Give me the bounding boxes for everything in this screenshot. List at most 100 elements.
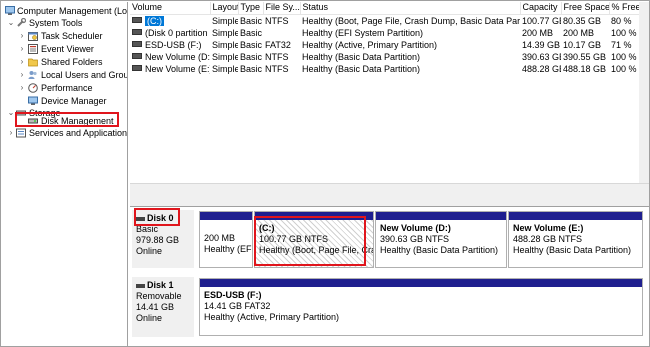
table-cell: 390.55 GB: [563, 51, 607, 62]
table-cell: 100.77 GB: [522, 15, 561, 26]
table-row[interactable]: (C:) Simple Basic NTFS Healthy (Boot, Pa…: [130, 14, 639, 27]
partition-bar: [200, 279, 642, 287]
table-cell: Basic: [240, 63, 263, 74]
collapsed-chevron-icon[interactable]: ›: [18, 30, 26, 42]
disk-type: Removable: [136, 291, 182, 301]
disk1-header[interactable]: Disk 1 Removable 14.41 GB Online: [132, 277, 194, 337]
column-header-capacity[interactable]: Capacity: [520, 2, 562, 15]
expanded-chevron-icon[interactable]: ⌄: [7, 17, 15, 29]
table-row[interactable]: ESD-USB (F:) Simple Basic FAT32 Healthy …: [130, 39, 639, 51]
disk-size: 14.41 GB: [136, 302, 175, 312]
highlight-disk0: [134, 208, 180, 226]
table-cell: Healthy (Boot, Page File, Crash Dump, Ba…: [302, 15, 520, 26]
partition-title: ESD-USB (F:): [204, 290, 262, 300]
collapsed-chevron-icon[interactable]: ›: [18, 82, 26, 94]
partition-size: 200 MB: [204, 233, 236, 243]
table-cell: 71 %: [611, 39, 632, 50]
computer-management-icon: [5, 6, 15, 16]
expanded-chevron-icon[interactable]: ⌄: [7, 107, 15, 119]
table-cell: 488.18 GB: [563, 63, 607, 74]
table-cell: 200 MB: [522, 27, 554, 38]
volume-table-header: Volume Layout Type File Sy... Status Cap…: [130, 2, 640, 15]
volume-icon: [132, 65, 142, 72]
partition-status: Healthy (Basic Data Partition): [513, 245, 632, 255]
volume-icon: [132, 17, 142, 24]
table-cell: NTFS: [265, 63, 289, 74]
collapsed-chevron-icon[interactable]: ›: [18, 43, 26, 55]
partition-status: Healthy (Basic Data Partition): [380, 245, 499, 255]
highlight-disk-management: [15, 112, 119, 127]
volume-name: New Volume (E:): [145, 63, 210, 74]
partition-title: New Volume (E:): [513, 223, 584, 233]
table-cell: Simple: [212, 39, 238, 50]
volume-icon: [132, 29, 142, 36]
column-header-percent-free[interactable]: % Free: [609, 2, 640, 15]
table-cell: NTFS: [265, 15, 289, 26]
partition-status: Healthy (Active, Primary Partition): [204, 312, 340, 322]
partition-title: New Volume (D:): [380, 223, 451, 233]
column-header-free-space[interactable]: Free Space: [561, 2, 610, 15]
table-cell: Healthy (Active, Primary Partition): [302, 39, 438, 50]
services-icon: [16, 128, 26, 138]
partition-bar: [376, 212, 506, 220]
table-cell: Simple: [212, 63, 238, 74]
column-header-volume[interactable]: Volume: [130, 2, 211, 15]
column-header-layout[interactable]: Layout: [210, 2, 239, 15]
table-cell: Simple: [212, 15, 238, 26]
table-row[interactable]: New Volume (D:) Simple Basic NTFS Health…: [130, 51, 639, 63]
table-cell: Basic: [240, 27, 263, 38]
column-header-type[interactable]: Type: [238, 2, 264, 15]
table-cell: Simple: [212, 51, 238, 62]
table-cell: 100 %: [611, 27, 637, 38]
volume-name: (Disk 0 partition 1): [145, 27, 210, 38]
partition-bar: [509, 212, 642, 220]
table-cell: 100 %: [611, 51, 637, 62]
partition-e[interactable]: New Volume (E:) 488.28 GB NTFS Healthy (…: [508, 211, 643, 268]
collapsed-chevron-icon[interactable]: ›: [7, 127, 15, 139]
disk-status: Online: [136, 246, 163, 256]
table-row[interactable]: (Disk 0 partition 1) Simple Basic Health…: [130, 27, 639, 39]
column-header-file-system[interactable]: File Sy...: [263, 2, 301, 15]
table-cell: FAT32: [265, 39, 291, 50]
volume-name: (C:): [145, 15, 164, 26]
table-row[interactable]: New Volume (E:) Simple Basic NTFS Health…: [130, 63, 639, 75]
volume-list: Volume Layout Type File Sy... Status Cap…: [130, 2, 649, 183]
collapsed-chevron-icon[interactable]: ›: [18, 56, 26, 68]
collapsed-chevron-icon[interactable]: ›: [18, 69, 26, 81]
table-cell: [263, 27, 300, 39]
table-cell: 488.28 GB: [522, 63, 561, 74]
partition-d[interactable]: New Volume (D:) 390.63 GB NTFS Healthy (…: [375, 211, 507, 268]
volume-name: ESD-USB (F:): [145, 39, 202, 50]
table-cell: 10.17 GB: [563, 39, 602, 50]
disk-size: 979.88 GB: [136, 235, 180, 245]
partition-status: Healthy (EFI: [204, 244, 252, 254]
shared-folder-icon: [28, 57, 38, 67]
table-cell: Basic: [240, 51, 263, 62]
performance-icon: [28, 83, 38, 93]
partition-efi[interactable]: 200 MB Healthy (EFI: [199, 211, 253, 268]
table-cell: 80.35 GB: [563, 15, 602, 26]
volume-icon: [132, 53, 142, 60]
table-cell: 100 %: [611, 63, 637, 74]
table-cell: Healthy (EFI System Partition): [302, 27, 424, 38]
table-cell: 200 MB: [563, 27, 595, 38]
disk-icon: [136, 283, 145, 288]
table-cell: Simple: [212, 27, 238, 38]
system-tools-icon: [16, 18, 26, 28]
disk-status: Online: [136, 313, 163, 323]
vertical-scrollbar[interactable]: [639, 2, 649, 183]
table-cell: NTFS: [265, 51, 289, 62]
task-scheduler-icon: [28, 31, 38, 41]
table-cell: Basic: [240, 15, 263, 26]
users-icon: [28, 70, 38, 80]
column-header-status[interactable]: Status: [300, 2, 521, 15]
disk-layout-pane: Disk 0 Basic 979.88 GB Online 200 MB Hea…: [130, 207, 649, 346]
table-cell: 14.39 GB: [522, 39, 561, 50]
partition-f[interactable]: ESD-USB (F:) 14.41 GB FAT32 Healthy (Act…: [199, 278, 643, 336]
partition-size: 390.63 GB NTFS: [380, 234, 450, 244]
table-cell: 80 %: [611, 15, 632, 26]
pane-splitter[interactable]: [130, 183, 649, 207]
table-cell: Healthy (Basic Data Partition): [302, 63, 421, 74]
volume-table: Volume Layout Type File Sy... Status Cap…: [130, 2, 640, 75]
volume-name: New Volume (D:): [145, 51, 210, 62]
